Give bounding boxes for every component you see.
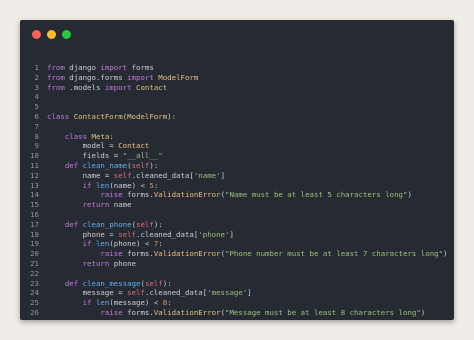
line-number: 3 [34,82,39,92]
line-number: 6 [34,111,39,121]
line-number: 17 [30,219,39,229]
line-text: name = self.cleaned_data['name'] [47,170,226,180]
line-number: 4 [34,92,39,102]
line-number: 10 [30,151,39,161]
code-line: 12 name = self.cleaned_data['name'] [20,171,454,181]
line-number: 11 [30,160,39,170]
line-text: return phone [82,258,137,268]
line-number: 2 [34,72,39,82]
code-line: 21 return phone [20,259,454,269]
code-block: 1 from django import forms 2 from django.fo… [20,63,454,320]
line-number: 21 [30,258,39,268]
code-line: 5 [20,102,454,112]
line-text [47,102,454,112]
window-titlebar [20,20,454,50]
line-number: 5 [34,102,39,112]
line-number: 8 [34,131,39,141]
code-line: 24 message = self.cleaned_data['message'… [20,288,454,298]
code-line: 19 if len(phone) < 7: [20,239,454,249]
line-text: if len(name) < 5: [82,180,159,190]
code-window: 1 from django import forms 2 from django.fo… [20,20,454,320]
line-number: 27 [20,318,47,320]
line-text: if len(message) < 8: [82,298,172,308]
code-line: 1 from django import forms [20,63,454,73]
line-number: 16 [30,209,39,219]
line-text: fields = "__all__" [47,151,163,161]
code-line: 9 model = Contact [20,141,454,151]
line-text: from django import forms [47,63,154,72]
code-line: 14 raise forms.ValidationError("Name mus… [20,190,454,200]
code-line: 2 from django.forms import ModelForm [20,73,454,83]
line-number: 23 [30,278,39,288]
line-number: 19 [30,239,39,249]
code-line: 25 if len(message) < 8: [20,298,454,308]
code-line: 6 class ContactForm(ModelForm): [20,112,454,122]
code-line: 15 return name [20,200,454,210]
line-number: 24 [30,288,39,298]
code-line: 16 [20,210,454,220]
line-text: return message [47,318,454,320]
line-text: raise forms.ValidationError("Name must b… [100,190,412,200]
line-number: 9 [34,141,39,151]
line-number: 22 [30,268,39,278]
code-line: 27 return message [20,318,454,320]
code-line: 23 def clean_message(self): [20,279,454,289]
line-text: def clean_message(self): [64,278,172,288]
line-text: from .models import Contact [47,82,168,92]
line-number: 25 [30,298,39,308]
minimize-dot-icon[interactable] [47,30,56,39]
line-number: 1 [34,63,39,72]
close-dot-icon[interactable] [32,30,41,39]
line-text: if len(phone) < 7: [82,239,163,249]
line-text: raise forms.ValidationError("Phone numbe… [100,249,448,259]
line-text: message = self.cleaned_data['message'] [47,288,252,298]
line-text: from django.forms import ModelForm [47,72,199,82]
line-text: def clean_phone(self): [64,219,163,229]
code-line: 20 raise forms.ValidationError("Phone nu… [20,249,454,259]
line-text [47,92,454,102]
line-text [47,210,454,220]
line-text: model = Contact [47,141,150,151]
code-line: 4 [20,92,454,102]
code-line: 17 def clean_phone(self): [20,220,454,230]
code-line: 18 phone = self.cleaned_data['phone'] [20,230,454,240]
line-text [47,269,454,279]
line-text: def clean_name(self): [64,160,159,170]
line-number: 13 [30,180,39,190]
line-number: 20 [30,249,39,259]
line-number: 7 [34,121,39,131]
code-line: 7 [20,122,454,132]
line-text: class Meta: [64,131,114,141]
code-line: 22 [20,269,454,279]
line-text: class ContactForm(ModelForm): [47,111,177,121]
line-text: phone = self.cleaned_data['phone'] [47,229,234,239]
line-text: raise forms.ValidationError("Message mus… [100,307,426,317]
code-line: 10 fields = "__all__" [20,151,454,161]
code-line: 26 raise forms.ValidationError("Message … [20,308,454,318]
code-line: 8 class Meta: [20,132,454,142]
code-line: 11 def clean_name(self): [20,161,454,171]
line-text [47,122,454,132]
line-number: 18 [30,229,39,239]
code-line: 3 from .models import Contact [20,83,454,93]
line-number: 15 [30,200,39,210]
line-number: 26 [30,307,39,317]
code-line: 13 if len(name) < 5: [20,181,454,191]
line-text: return name [82,200,132,210]
line-number: 14 [30,190,39,200]
line-number: 12 [30,170,39,180]
maximize-dot-icon[interactable] [62,30,71,39]
